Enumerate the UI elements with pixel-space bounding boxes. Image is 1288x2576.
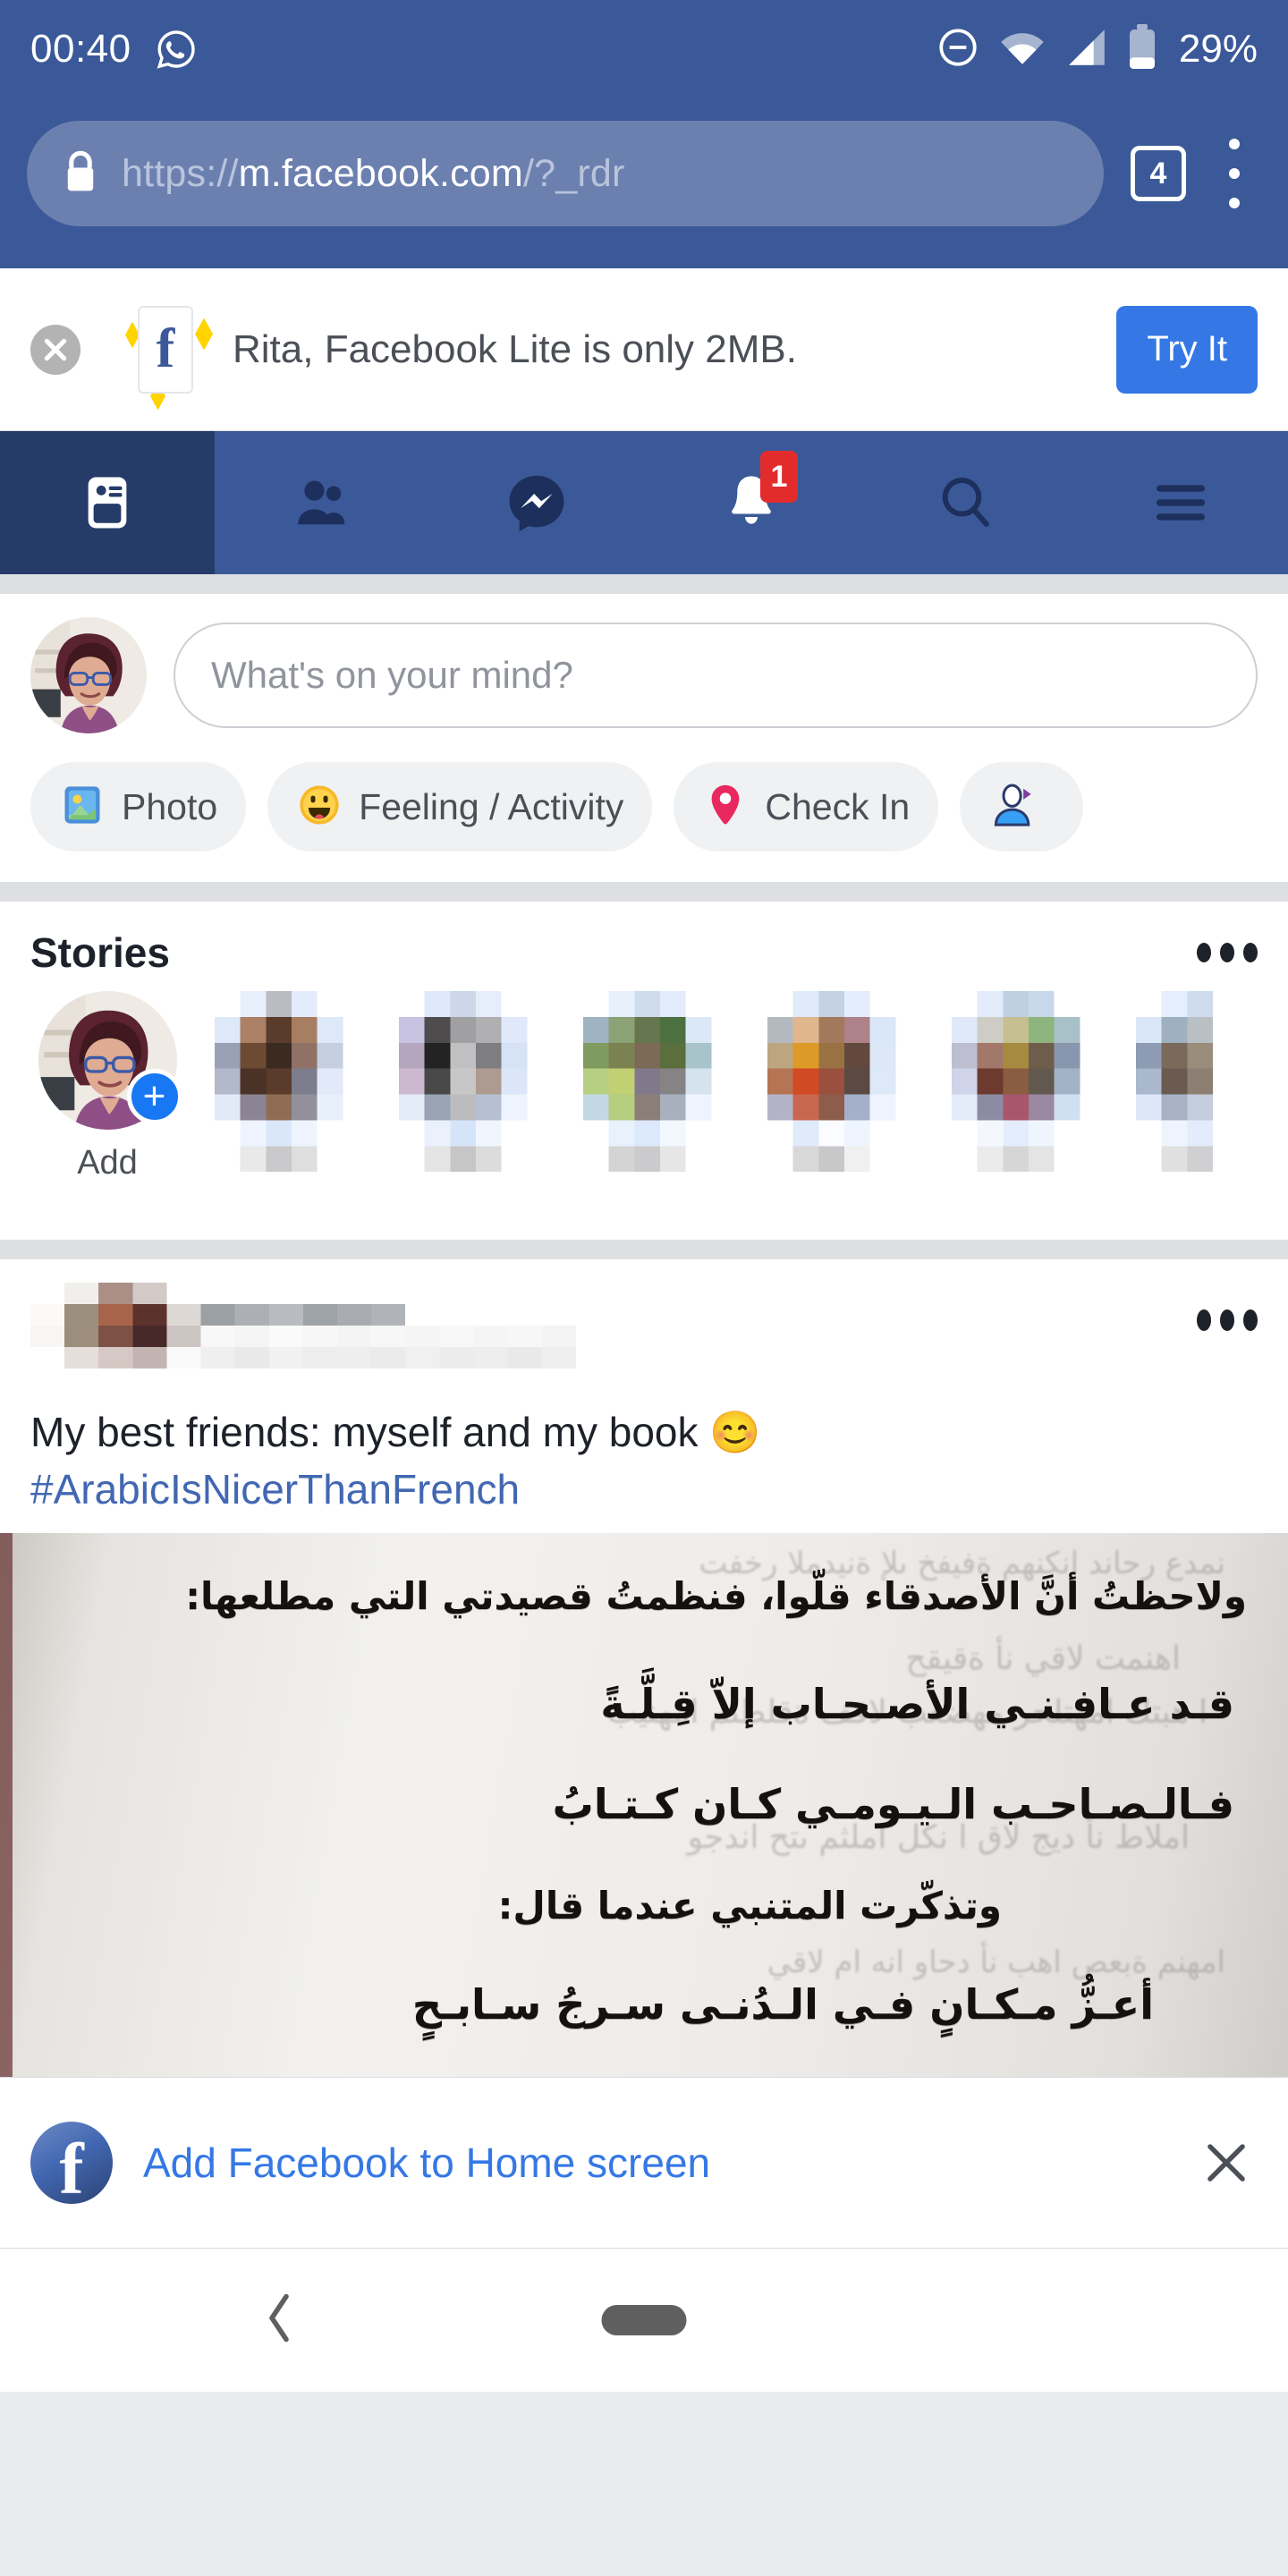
url-text: https://m.facebook.com/?_rdr <box>122 152 624 196</box>
phone-screen: 00:40 29% https://m.facebook.com/?_rdr 4… <box>0 0 1288 2576</box>
story-thumbnail-5[interactable] <box>952 991 1106 1224</box>
smiley-icon <box>296 782 343 833</box>
whatsapp-icon <box>155 28 198 71</box>
add-to-home-screen-banner: f Add Facebook to Home screen <box>0 2077 1288 2250</box>
url-scheme: https:// <box>122 151 239 195</box>
close-icon[interactable] <box>30 324 80 375</box>
post-author-redacted[interactable] <box>30 1283 1258 1390</box>
section-divider <box>0 1240 1288 1259</box>
story-add-button[interactable]: + Add <box>30 991 184 1182</box>
composer-row: What's on your mind? <box>0 594 1288 751</box>
close-icon[interactable] <box>1195 2131 1258 2194</box>
composer-chips-row: Photo Feeling / Activity Check In <box>0 751 1288 882</box>
url-host: m.facebook.com <box>238 151 523 195</box>
chip-check-in-label: Check In <box>765 785 911 827</box>
facebook-round-icon: f <box>30 2122 113 2206</box>
notification-badge: 1 <box>760 451 798 503</box>
hamburger-menu-icon <box>1156 485 1206 521</box>
nav-item-menu[interactable] <box>1073 431 1288 574</box>
address-bar[interactable]: https://m.facebook.com/?_rdr <box>27 121 1104 226</box>
stories-title: Stories <box>30 929 170 976</box>
status-bar-clock: 00:40 <box>30 27 131 71</box>
android-navigation-bar <box>0 2249 1288 2393</box>
story-thumbnail-2[interactable] <box>399 991 553 1224</box>
book-text-line-4: وتذكّرت المتنبي عندما قال: <box>497 1884 1002 1928</box>
back-chevron-icon[interactable] <box>259 2290 299 2351</box>
chip-tag-friends[interactable] <box>960 762 1084 852</box>
chip-feeling-activity-label: Feeling / Activity <box>359 785 624 827</box>
add-to-home-screen-label[interactable]: Add Facebook to Home screen <box>143 2139 1195 2187</box>
cellular-signal-icon <box>1064 28 1109 72</box>
home-pill-icon[interactable] <box>601 2305 687 2336</box>
feed-post: My best friends: myself and my book 😊 #A… <box>0 1259 1288 2078</box>
chip-photo[interactable]: Photo <box>30 762 247 852</box>
facebook-nav-bar: 1 <box>0 431 1288 574</box>
composer-input[interactable]: What's on your mind? <box>174 623 1258 728</box>
news-feed-icon <box>88 477 127 529</box>
chip-photo-label: Photo <box>122 785 218 827</box>
story-thumbnail-6[interactable] <box>1136 991 1288 1224</box>
nav-item-news-feed[interactable] <box>0 431 215 574</box>
stories-row[interactable]: + Add <box>0 991 1288 1224</box>
section-divider <box>0 882 1288 902</box>
arabic-book-page-photo[interactable]: نمدع رحاند انكنهم ةفيفخ ىلإ ةنيدملا رخفت… <box>0 1533 1288 2078</box>
facebook-lite-banner: f Rita, Facebook Lite is only 2MB. Try I… <box>0 268 1288 431</box>
story-add-avatar: + <box>38 991 182 1130</box>
search-icon <box>942 477 989 527</box>
composer-section: What's on your mind? Photo Feeling / Act… <box>0 594 1288 882</box>
story-thumbnail-4[interactable] <box>767 991 921 1224</box>
chip-check-in[interactable]: Check In <box>674 762 939 852</box>
battery-icon <box>1127 23 1157 75</box>
story-thumbnail-3[interactable] <box>583 991 737 1224</box>
book-text-line-5: أعـزُّ مـكـانٍ فـي الـدُنـى سـرجُ سـابـح… <box>411 1980 1154 2029</box>
stories-section: Stories + Add <box>0 902 1288 1240</box>
book-ghost-text: اهنمت لاقي نأ ةقيقح <box>905 1640 1181 1678</box>
chip-feeling-activity[interactable]: Feeling / Activity <box>267 762 653 852</box>
try-it-button[interactable]: Try It <box>1116 305 1258 394</box>
tag-friends-icon <box>988 780 1038 835</box>
post-overflow-menu-icon[interactable] <box>1197 1309 1258 1331</box>
stories-header: Stories <box>0 902 1288 991</box>
browser-toolbar: https://m.facebook.com/?_rdr 4 <box>0 98 1288 268</box>
book-text-line-2: قـد عـافـنـي الأصـحـاب إلاّ قِـلَّـةً <box>600 1680 1234 1729</box>
status-bar: 00:40 29% <box>0 0 1288 98</box>
messenger-icon <box>509 475 564 532</box>
status-bar-icons: 29% <box>936 23 1258 75</box>
nav-item-search[interactable] <box>859 431 1073 574</box>
lite-banner-message: Rita, Facebook Lite is only 2MB. <box>233 326 797 371</box>
nav-item-messenger[interactable] <box>429 431 644 574</box>
post-hashtag[interactable]: #ArabicIsNicerThanFrench <box>0 1460 1288 1533</box>
battery-percent-label: 29% <box>1178 27 1258 71</box>
tab-count-button[interactable]: 4 <box>1131 146 1186 201</box>
facebook-f-logo: f <box>138 305 193 394</box>
friends-icon <box>298 480 345 525</box>
location-pin-icon <box>702 782 749 833</box>
stories-overflow-menu-icon[interactable] <box>1197 943 1258 962</box>
book-text-line-3: فـالـصـاحـب الـيـومـي كـان كـتـابُ <box>552 1780 1234 1829</box>
facebook-lite-app-icon: f <box>113 297 211 402</box>
do-not-disturb-icon <box>936 25 980 74</box>
story-add-label: Add <box>77 1144 138 1182</box>
section-divider <box>0 574 1288 594</box>
story-thumbnail-1[interactable] <box>215 991 369 1224</box>
nav-item-friends[interactable] <box>215 431 429 574</box>
photo-icon <box>59 782 106 833</box>
plus-icon: + <box>126 1069 182 1124</box>
post-text: My best friends: myself and my book 😊 <box>30 1409 761 1455</box>
wifi-icon <box>998 28 1046 72</box>
post-header <box>0 1259 1288 1390</box>
user-avatar[interactable] <box>30 617 147 733</box>
nav-item-notifications[interactable]: 1 <box>644 431 859 574</box>
url-path: /?_rdr <box>522 151 625 195</box>
book-text-line-1: ولاحظتُ أنَّ الأصدقاء قلّوا، فنظمتُ قصيد… <box>185 1574 1247 1619</box>
overflow-menu-icon[interactable] <box>1208 133 1261 214</box>
book-spine <box>0 1533 13 2078</box>
lock-icon <box>63 149 98 199</box>
book-ghost-text: امهنم ةبعص اهب نأ دحاو انه ام لاقي <box>767 1945 1225 1981</box>
